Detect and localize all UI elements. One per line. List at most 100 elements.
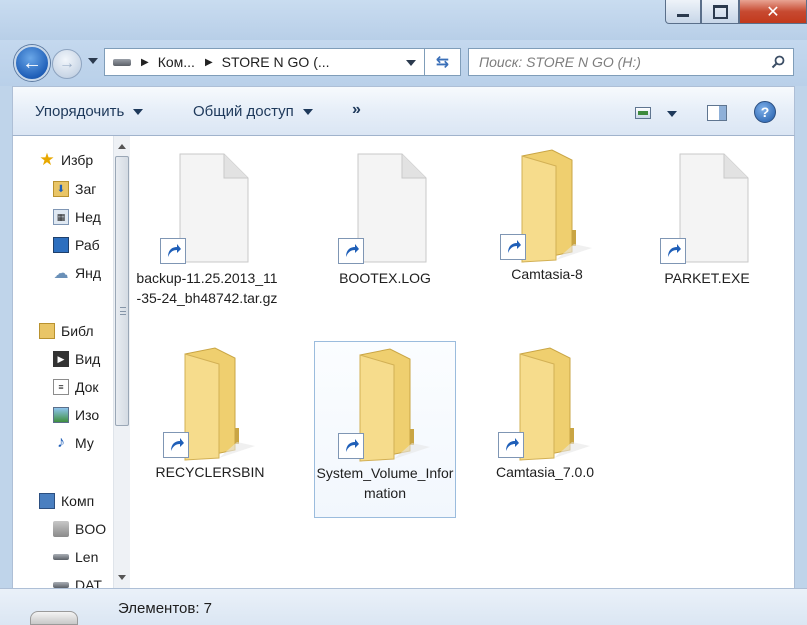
change-view-icon[interactable] [635, 107, 651, 119]
preview-pane-button[interactable] [707, 105, 727, 121]
shortcut-arrow-icon [500, 234, 526, 260]
file-item[interactable]: Camtasia_7.0.0 [475, 342, 615, 482]
file-item[interactable]: Camtasia-8 [475, 144, 619, 284]
forward-button[interactable]: → [52, 49, 82, 79]
shortcut-arrow-icon [338, 433, 364, 459]
nav-item-label: Док [75, 379, 99, 395]
pictures-icon [53, 407, 69, 423]
star-icon: ★ [39, 150, 55, 169]
nav-item-computer[interactable]: Комп [39, 488, 94, 514]
help-button[interactable]: ? [754, 101, 776, 123]
shortcut-arrow-icon [160, 238, 186, 264]
document-icon [660, 148, 752, 264]
nav-item-label: Избр [61, 152, 94, 168]
drive-icon [53, 549, 69, 565]
file-item[interactable]: backup-11.25.2013_11-35-24_bh48742.tar.g… [135, 148, 279, 308]
nav-item-label: DAT [75, 577, 102, 588]
explorer-main: ★ Избр ⬇ Заг ▦ Нед Раб ☁ Янд Библ ▶ Вид … [12, 136, 795, 588]
search-input[interactable]: Поиск: STORE N GO (H:) [468, 48, 794, 76]
search-icon[interactable] [771, 55, 785, 69]
scroll-up-icon[interactable] [118, 144, 126, 149]
window-controls: ✕ [665, 0, 807, 26]
nav-item-bootcamp[interactable]: BOO [53, 516, 106, 542]
chevron-down-icon [133, 108, 144, 115]
nav-item-documents[interactable]: ≡ Док [53, 374, 99, 400]
windows-drive-icon [53, 521, 69, 537]
file-item-selected[interactable]: System_Volume_Information [314, 341, 456, 518]
view-options-dropdown[interactable] [667, 111, 677, 117]
refresh-button[interactable]: ⇆ [425, 48, 461, 76]
title-bar: ✕ [0, 0, 807, 40]
nav-item-pictures[interactable]: Изо [53, 402, 99, 428]
search-placeholder: Поиск: STORE N GO (H:) [479, 54, 641, 70]
drive-icon [53, 577, 69, 588]
nav-item-yandex-disk[interactable]: ☁ Янд [53, 260, 102, 286]
more-commands-button[interactable]: » [352, 101, 361, 119]
forward-arrow-icon: → [59, 55, 75, 72]
nav-item-label: Комп [61, 493, 95, 509]
shortcut-arrow-icon [660, 238, 686, 264]
recent-pages-dropdown[interactable] [88, 58, 98, 64]
back-arrow-icon: ← [22, 51, 42, 74]
nav-item-downloads[interactable]: ⬇ Заг [53, 176, 96, 202]
nav-item-recent[interactable]: ▦ Нед [53, 204, 101, 230]
address-dropdown-icon[interactable] [406, 60, 416, 66]
scrollbar-thumb[interactable] [115, 156, 129, 426]
nav-item-label: Заг [75, 181, 97, 197]
nav-item-label: Изо [75, 407, 100, 423]
file-name: System_Volume_Information [316, 465, 454, 501]
close-button[interactable]: ✕ [739, 0, 807, 24]
share-menu-button[interactable]: Общий доступ [193, 103, 313, 120]
file-list: backup-11.25.2013_11-35-24_bh48742.tar.g… [131, 136, 794, 588]
file-name: PARKET.EXE [664, 270, 750, 286]
chevron-right-icon[interactable]: ▶ [205, 57, 213, 68]
folder-icon [500, 144, 592, 263]
music-icon: ♪ [57, 434, 65, 451]
nav-item-music[interactable]: ♪ Му [53, 430, 94, 456]
shortcut-arrow-icon [338, 238, 364, 264]
file-name: Camtasia-8 [511, 266, 583, 282]
navigation-bar: ← → ▶ Ком... ▶ STORE N GO (... ⇆ Поиск: … [0, 40, 807, 86]
item-count: Элементов: 7 [118, 600, 213, 617]
refresh-icon: ⇆ [435, 54, 450, 71]
nav-item-lenovo[interactable]: Len [53, 544, 98, 570]
nav-item-data[interactable]: DAT [53, 572, 102, 588]
close-icon: ✕ [766, 3, 780, 21]
navigation-pane: ★ Избр ⬇ Заг ▦ Нед Раб ☁ Янд Библ ▶ Вид … [13, 136, 113, 588]
organize-menu-button[interactable]: Упорядочить [35, 103, 144, 120]
maximize-button[interactable] [701, 0, 739, 24]
video-icon: ▶ [53, 351, 69, 367]
file-item[interactable]: BOOTEX.LOG [313, 148, 457, 288]
file-name: BOOTEX.LOG [339, 270, 431, 286]
address-bar[interactable]: ▶ Ком... ▶ STORE N GO (... [104, 48, 425, 76]
nav-item-label: Вид [75, 351, 101, 367]
breadcrumb-computer[interactable]: Ком... [158, 54, 195, 70]
nav-item-favorites[interactable]: ★ Избр [39, 147, 93, 173]
nav-item-label: Янд [75, 265, 102, 281]
chevron-down-icon [302, 108, 313, 115]
nav-item-video[interactable]: ▶ Вид [53, 346, 100, 372]
drive-icon [30, 611, 78, 625]
minimize-button[interactable] [665, 0, 701, 24]
nav-item-libraries[interactable]: Библ [39, 318, 94, 344]
document-icon [338, 148, 430, 264]
nav-item-label: Len [75, 549, 99, 565]
file-item[interactable]: PARKET.EXE [635, 148, 779, 288]
folder-icon [163, 342, 255, 461]
file-item[interactable]: RECYCLERSBIN [155, 342, 265, 482]
recent-places-icon: ▦ [53, 209, 69, 225]
back-button[interactable]: ← [14, 45, 50, 81]
scroll-down-icon[interactable] [118, 575, 126, 580]
document-icon [160, 148, 252, 264]
chevron-right-icon[interactable]: ▶ [141, 57, 149, 68]
file-name: RECYCLERSBIN [155, 464, 265, 480]
nav-item-desktop[interactable]: Раб [53, 232, 100, 258]
folder-icon [338, 343, 430, 462]
navigation-scrollbar[interactable] [113, 136, 130, 588]
organize-label: Упорядочить [35, 103, 125, 120]
command-bar: Упорядочить Общий доступ » ? [12, 86, 795, 136]
breadcrumb-drive[interactable]: STORE N GO (... [222, 54, 330, 70]
yandex-disk-icon: ☁ [53, 265, 69, 282]
nav-item-label: Му [75, 435, 94, 451]
file-name: backup-11.25.2013_11-35-24_bh48742.tar.g… [136, 270, 278, 306]
